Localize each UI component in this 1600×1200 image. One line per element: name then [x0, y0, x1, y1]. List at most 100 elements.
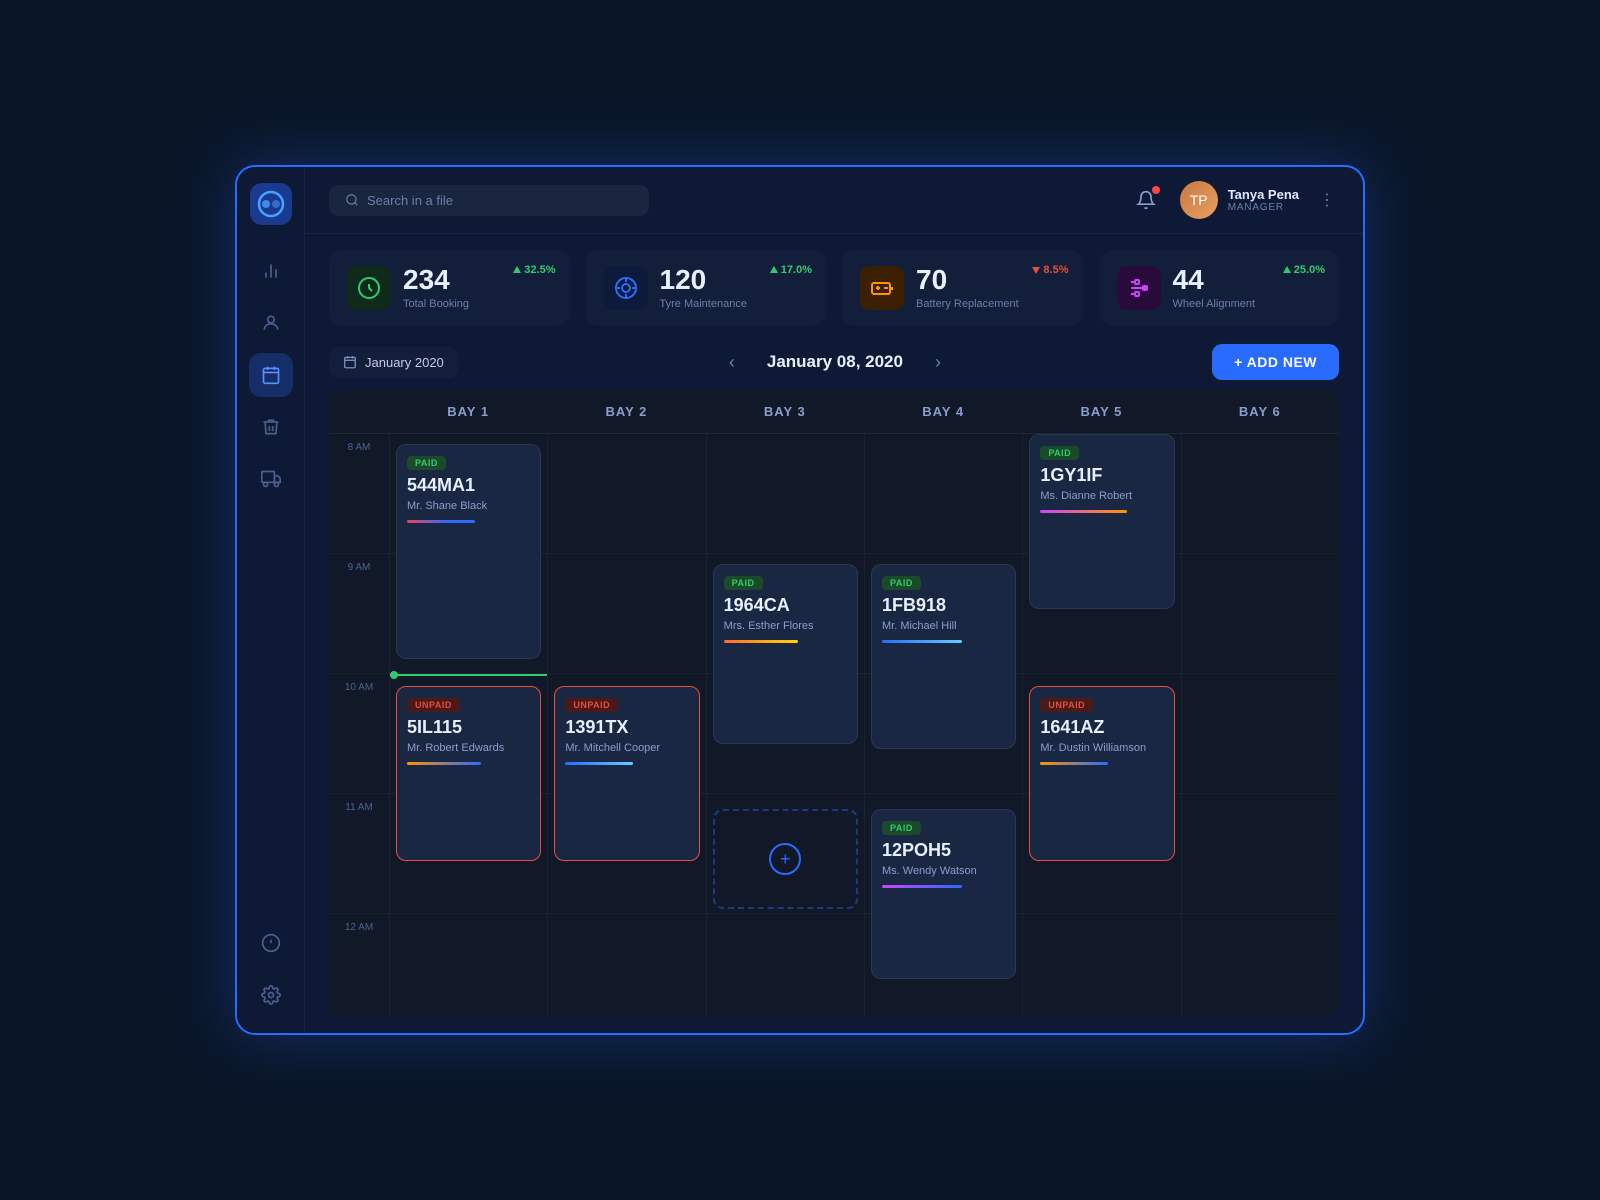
- bay6-slot-9am: [1182, 554, 1339, 674]
- app-logo[interactable]: [250, 183, 292, 225]
- stat-change-alignment: 25.0%: [1282, 264, 1325, 276]
- plate-1964ca: 1964CA: [724, 596, 847, 616]
- search-box[interactable]: Search in a file: [329, 185, 649, 216]
- bay6-slot-10am: [1182, 674, 1339, 794]
- booking-icon: [347, 266, 391, 310]
- add-new-button[interactable]: + ADD NEW: [1212, 344, 1339, 380]
- stats-row: 234 Total Booking 32.5%: [305, 234, 1363, 338]
- bar-12poh5: [882, 885, 962, 888]
- booking-544ma1[interactable]: PAID 544MA1 Mr. Shane Black: [396, 444, 541, 659]
- booking-12poh5[interactable]: PAID 12POH5 Ms. Wendy Watson: [871, 809, 1016, 979]
- stat-change-booking: 32.5%: [512, 264, 555, 276]
- month-label: January 2020: [365, 355, 444, 370]
- bay5-header: BAY 5: [1022, 390, 1180, 433]
- plate-5il115: 5IL115: [407, 718, 530, 738]
- sidebar: [237, 167, 305, 1033]
- bay4-slot-8am: [865, 434, 1022, 554]
- time-header: [329, 390, 389, 433]
- add-circle-icon: +: [769, 843, 801, 875]
- sidebar-bottom: [249, 921, 293, 1017]
- status-badge-paid: PAID: [407, 456, 446, 470]
- bay-col-2: UNPAID 1391TX Mr. Mitchell Cooper: [547, 434, 705, 1017]
- stat-label-tyre: Tyre Maintenance: [660, 298, 809, 310]
- sidebar-item-info[interactable]: [249, 921, 293, 965]
- up-arrow-icon-align: [1282, 265, 1292, 275]
- current-time-dot-bay1: [390, 671, 398, 679]
- name-5il115: Mr. Robert Edwards: [407, 742, 530, 754]
- name-1641az: Mr. Dustin Williamson: [1040, 742, 1163, 754]
- add-booking-bay3[interactable]: +: [713, 809, 858, 909]
- user-info[interactable]: TP Tanya Pena MANAGER: [1180, 181, 1299, 219]
- bar-1964ca: [724, 640, 798, 643]
- bay-col-6: [1181, 434, 1339, 1017]
- bay-col-3: PAID 1964CA Mrs. Esther Flores +: [706, 434, 864, 1017]
- month-picker[interactable]: January 2020: [329, 347, 458, 378]
- search-icon: [345, 193, 359, 207]
- app-window: Search in a file TP Tanya Pena: [235, 165, 1365, 1035]
- user-role: MANAGER: [1228, 202, 1299, 213]
- name-544ma1: Mr. Shane Black: [407, 500, 530, 512]
- schedule-container: BAY 1 BAY 2 BAY 3 BAY 4 BAY 5 BAY 6 8 AM…: [305, 390, 1363, 1033]
- sidebar-item-user[interactable]: [249, 301, 293, 345]
- sidebar-nav: [249, 249, 293, 921]
- name-1964ca: Mrs. Esther Flores: [724, 620, 847, 632]
- bay2-slot-9am: [548, 554, 705, 674]
- user-text: Tanya Pena MANAGER: [1228, 187, 1299, 213]
- stat-change-battery: 8.5%: [1031, 264, 1068, 276]
- grid-header: BAY 1 BAY 2 BAY 3 BAY 4 BAY 5 BAY 6: [329, 390, 1339, 434]
- time-8am: 8 AM: [329, 434, 389, 554]
- status-badge-paid-1964: PAID: [724, 576, 763, 590]
- notification-button[interactable]: [1128, 182, 1164, 218]
- time-12am: 12 AM: [329, 914, 389, 1017]
- stat-change-tyre: 17.0%: [769, 264, 812, 276]
- prev-date-button[interactable]: ‹: [721, 348, 743, 377]
- bay2-slot-12am: [548, 914, 705, 1017]
- bay3-slot-8am: [707, 434, 864, 554]
- bar-1641az: [1040, 762, 1108, 765]
- booking-1391tx[interactable]: UNPAID 1391TX Mr. Mitchell Cooper: [554, 686, 699, 861]
- sidebar-item-calendar[interactable]: [249, 353, 293, 397]
- date-navigation: ‹ January 08, 2020 ›: [474, 348, 1196, 377]
- next-date-button[interactable]: ›: [927, 348, 949, 377]
- bar-544ma1: [407, 520, 475, 523]
- bay5-slot-12am: [1023, 914, 1180, 1017]
- stat-card-tyre[interactable]: 120 Tyre Maintenance 17.0%: [586, 250, 827, 326]
- avatar: TP: [1180, 181, 1218, 219]
- booking-5il115[interactable]: UNPAID 5IL115 Mr. Robert Edwards: [396, 686, 541, 861]
- stat-card-battery[interactable]: 70 Battery Replacement 8.5%: [842, 250, 1083, 326]
- bay-col-5: PAID 1GY1IF Ms. Dianne Robert UNPAID 164…: [1022, 434, 1180, 1017]
- bay6-slot-11am: [1182, 794, 1339, 914]
- grid-body: 8 AM 9 AM 10 AM 11 AM 12 AM: [329, 434, 1339, 1017]
- booking-1641az[interactable]: UNPAID 1641AZ Mr. Dustin Williamson: [1029, 686, 1174, 861]
- bar-5il115: [407, 762, 481, 765]
- down-arrow-icon: [1031, 265, 1041, 275]
- bay3-slot-12am: [707, 914, 864, 1017]
- bay-col-4: PAID 1FB918 Mr. Michael Hill PAID 12POH5…: [864, 434, 1022, 1017]
- status-badge-unpaid-1391: UNPAID: [565, 698, 618, 712]
- plate-1641az: 1641AZ: [1040, 718, 1163, 738]
- bar-1gy1if: [1040, 510, 1126, 513]
- booking-1gy1if[interactable]: PAID 1GY1IF Ms. Dianne Robert: [1029, 434, 1174, 609]
- bay2-header: BAY 2: [547, 390, 705, 433]
- sidebar-item-chart[interactable]: [249, 249, 293, 293]
- current-date: January 08, 2020: [767, 352, 903, 372]
- more-options-button[interactable]: ⋮: [1315, 186, 1339, 214]
- calendar-small-icon: [343, 355, 357, 369]
- schedule-grid: BAY 1 BAY 2 BAY 3 BAY 4 BAY 5 BAY 6 8 AM…: [329, 390, 1339, 1017]
- plate-544ma1: 544MA1: [407, 476, 530, 496]
- booking-1fb918[interactable]: PAID 1FB918 Mr. Michael Hill: [871, 564, 1016, 749]
- bay2-slot-8am: [548, 434, 705, 554]
- plate-1fb918: 1FB918: [882, 596, 1005, 616]
- bay1-header: BAY 1: [389, 390, 547, 433]
- sidebar-item-trash[interactable]: [249, 405, 293, 449]
- battery-icon: [860, 266, 904, 310]
- bay6-slot-12am: [1182, 914, 1339, 1017]
- bay3-header: BAY 3: [706, 390, 864, 433]
- stat-card-alignment[interactable]: 44 Wheel Alignment 25.0%: [1099, 250, 1340, 326]
- sidebar-item-truck[interactable]: [249, 457, 293, 501]
- current-time-line-bay1: [390, 674, 547, 676]
- booking-1964ca[interactable]: PAID 1964CA Mrs. Esther Flores: [713, 564, 858, 744]
- stat-card-booking[interactable]: 234 Total Booking 32.5%: [329, 250, 570, 326]
- sidebar-item-settings[interactable]: [249, 973, 293, 1017]
- plate-12poh5: 12POH5: [882, 841, 1005, 861]
